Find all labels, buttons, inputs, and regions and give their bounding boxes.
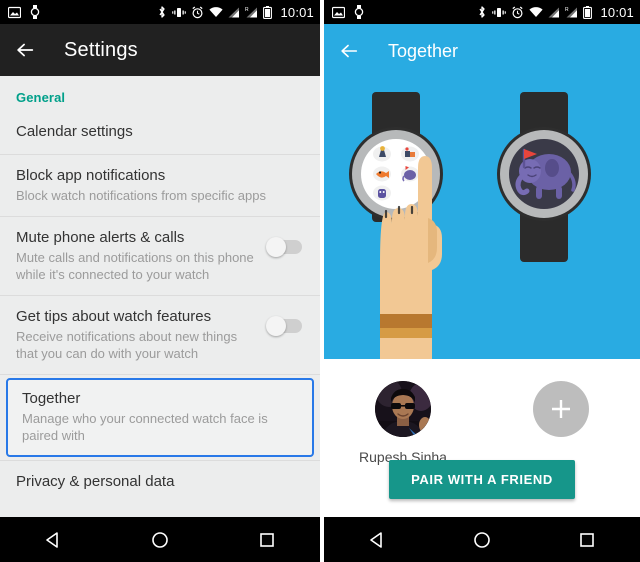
nav-recents-button[interactable] <box>237 517 297 562</box>
settings-row-block-app-notifications[interactable]: Block app notifications Block watch noti… <box>0 155 320 216</box>
row-title: Block app notifications <box>16 167 166 184</box>
row-texts: Privacy & personal data <box>16 472 304 492</box>
wifi-icon <box>529 6 544 17</box>
plus-icon <box>552 400 570 418</box>
back-arrow-icon[interactable] <box>14 39 36 61</box>
row-subtitle: Receive notifications about new things t… <box>16 329 238 361</box>
status-bar-left: R 10:01 <box>0 0 320 24</box>
signal-icon <box>548 7 560 17</box>
home-circle-icon <box>152 531 168 548</box>
svg-text:R: R <box>565 7 569 13</box>
bluetooth-icon <box>479 6 486 18</box>
row-texts: Mute phone alerts & calls Mute calls and… <box>16 228 268 283</box>
vibrate-icon <box>492 7 507 17</box>
settings-row-privacy[interactable]: Privacy & personal data <box>0 461 320 504</box>
row-subtitle: Manage who your connected watch face is … <box>22 411 268 443</box>
bluetooth-icon <box>159 6 166 18</box>
add-person-button[interactable] <box>533 381 589 437</box>
nav-home-button[interactable] <box>452 517 512 562</box>
alarm-icon <box>512 5 524 18</box>
right-phone-screen: R 10:01 Together Rupesh Sinha PAIR WITH … <box>324 0 640 562</box>
row-title: Get tips about watch features <box>16 308 212 325</box>
signal-icon <box>228 7 240 17</box>
row-texts: Get tips about watch features Receive no… <box>16 307 268 362</box>
row-texts: Block app notifications Block watch noti… <box>16 166 304 204</box>
settings-row-calendar[interactable]: Calendar settings <box>0 111 320 154</box>
avatar-photo <box>375 381 431 437</box>
roaming-signal-icon: R <box>245 7 258 18</box>
together-bottom-panel: Rupesh Sinha PAIR WITH A FRIEND <box>324 359 640 517</box>
paired-people-list: Rupesh Sinha <box>324 359 640 465</box>
battery-icon <box>263 5 273 19</box>
nav-back-button[interactable] <box>23 517 83 562</box>
row-subtitle: Mute calls and notifications on this pho… <box>16 250 254 282</box>
mute-phone-alerts-toggle[interactable] <box>266 237 302 257</box>
settings-row-mute-phone-alerts[interactable]: Mute phone alerts & calls Mute calls and… <box>0 217 320 295</box>
row-title: Together <box>22 390 81 407</box>
nav-back-button[interactable] <box>347 517 407 562</box>
nav-home-button[interactable] <box>130 517 190 562</box>
together-illustration <box>324 78 640 359</box>
back-triangle-icon <box>46 531 59 548</box>
recents-square-icon <box>259 532 274 547</box>
status-bar-right-icons: R 10:01 <box>477 5 634 20</box>
watch-icon <box>30 5 40 19</box>
divider <box>0 374 320 375</box>
row-subtitle: Block watch notifications from specific … <box>16 188 266 203</box>
row-title: Calendar settings <box>16 123 133 140</box>
row-texts: Calendar settings <box>16 122 304 142</box>
status-bar-clock: 10:01 <box>600 4 634 20</box>
watch-icon <box>354 5 364 19</box>
get-tips-toggle[interactable] <box>266 316 302 336</box>
pair-button-container: PAIR WITH A FRIEND <box>324 460 640 499</box>
row-title: Mute phone alerts & calls <box>16 229 185 246</box>
image-icon <box>8 6 21 18</box>
navigation-bar-right[interactable] <box>324 517 640 562</box>
navigation-bar-left[interactable] <box>0 517 320 562</box>
vibrate-icon <box>172 7 187 17</box>
status-bar-right: R 10:01 <box>324 0 640 24</box>
status-bar-clock: 10:01 <box>280 4 314 20</box>
home-circle-icon <box>474 531 490 548</box>
page-title: Settings <box>64 38 138 61</box>
avatar[interactable] <box>375 381 431 437</box>
battery-icon <box>583 5 593 19</box>
section-header-general: General <box>16 90 66 105</box>
settings-list[interactable]: General Calendar settings Block app noti… <box>0 76 320 517</box>
person-add-friend[interactable] <box>482 381 640 437</box>
image-icon <box>332 6 345 18</box>
recents-square-icon <box>580 532 595 547</box>
left-phone-screen: R 10:01 Settings General Calendar settin… <box>0 0 320 562</box>
pair-with-a-friend-button[interactable]: PAIR WITH A FRIEND <box>389 460 575 499</box>
settings-app-bar: Settings <box>0 24 320 76</box>
back-triangle-icon <box>369 531 382 548</box>
alarm-icon <box>192 5 204 18</box>
toggle-knob <box>266 237 286 257</box>
roaming-signal-icon: R <box>565 7 578 18</box>
status-bar-left-icons <box>332 5 364 19</box>
dual-screenshot: R 10:01 Settings General Calendar settin… <box>0 0 640 562</box>
wifi-icon <box>209 6 224 17</box>
person-rupesh-sinha[interactable]: Rupesh Sinha <box>324 381 482 465</box>
watches-illustration <box>324 78 640 359</box>
toggle-knob <box>266 316 286 336</box>
svg-text:R: R <box>245 7 249 13</box>
page-title: Together <box>388 40 459 61</box>
row-title: Privacy & personal data <box>16 473 175 490</box>
back-arrow-icon[interactable] <box>338 40 360 62</box>
settings-row-together[interactable]: Together Manage who your connected watch… <box>6 378 314 457</box>
status-bar-right-icons: R 10:01 <box>157 5 314 20</box>
settings-row-get-tips[interactable]: Get tips about watch features Receive no… <box>0 296 320 374</box>
nav-recents-button[interactable] <box>557 517 617 562</box>
together-app-bar: Together <box>324 24 640 78</box>
row-texts: Together Manage who your connected watch… <box>22 389 298 444</box>
status-bar-left-icons <box>8 5 40 19</box>
